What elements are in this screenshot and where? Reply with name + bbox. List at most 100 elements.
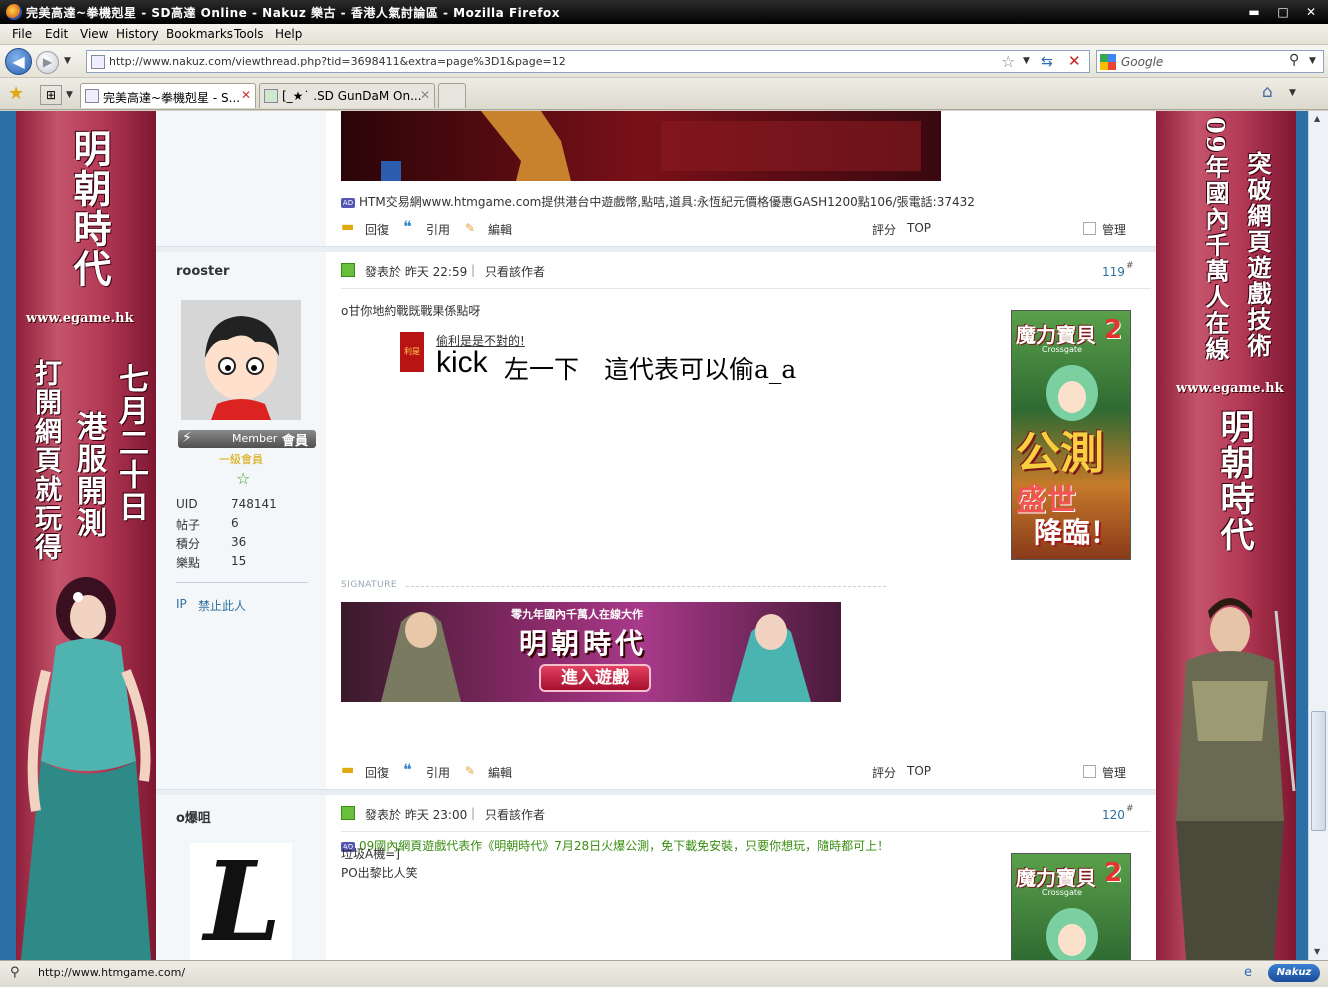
post1-ban-link[interactable]: 禁止此人 bbox=[198, 597, 246, 614]
prev-quote-link[interactable]: 引用 bbox=[426, 221, 450, 238]
navigation-toolbar: ◀ ▶ ▼ http://www.nakuz.com/viewthread.ph… bbox=[0, 45, 1328, 78]
tab-2-close-icon[interactable]: ✕ bbox=[420, 88, 430, 102]
post1-rank-badge: ⚡ Member 會員 bbox=[178, 430, 316, 449]
minimize-button[interactable]: ▬ bbox=[1243, 3, 1265, 21]
post1-top-link[interactable]: TOP bbox=[907, 764, 931, 778]
back-arrow-icon[interactable]: ◀ bbox=[5, 48, 32, 75]
search-engine-dropdown-icon[interactable]: ▼ bbox=[1309, 56, 1316, 66]
post2-userpanel: o爆咀 L bbox=[156, 795, 326, 960]
post1-text: o甘你地約戰既戰果係點呀 bbox=[341, 304, 481, 318]
page-background-right bbox=[1296, 111, 1308, 960]
forward-arrow-icon[interactable]: ▶ bbox=[36, 51, 59, 74]
post-icon bbox=[341, 806, 355, 820]
bookmarks-star-icon[interactable]: ★ bbox=[8, 83, 24, 104]
stat-value: 36 bbox=[231, 535, 247, 549]
tab-1-close-icon[interactable]: ✕ bbox=[241, 88, 251, 102]
divider bbox=[176, 582, 308, 583]
post1-avatar bbox=[181, 300, 301, 420]
tab-1-label: 完美高達~拳機剋星 - S... bbox=[103, 91, 241, 105]
post2-floor-mark: # bbox=[1126, 804, 1134, 814]
vertical-scrollbar[interactable]: ▲ ▼ bbox=[1308, 111, 1328, 960]
post1-floor-number[interactable]: 119 bbox=[1102, 265, 1125, 279]
signature-divider bbox=[406, 586, 886, 587]
page-content: 明朝時代 www.egame.hk 七月二十日 港服開測 打開網頁就玩得 突破網… bbox=[0, 111, 1328, 960]
menu-view[interactable]: View bbox=[80, 27, 108, 41]
post1-posted-time: 發表於 昨天 22:59 bbox=[365, 265, 468, 279]
menu-help[interactable]: Help bbox=[275, 27, 302, 41]
history-dropdown-icon[interactable]: ▼ bbox=[64, 56, 71, 66]
url-dropdown-icon[interactable]: ▼ bbox=[1023, 56, 1030, 66]
stop-icon[interactable]: ✕ bbox=[1068, 52, 1081, 70]
post1-ip-link[interactable]: IP bbox=[176, 597, 187, 611]
search-box[interactable]: Google ⚲ ▼ bbox=[1096, 50, 1324, 73]
post1-rate-link[interactable]: 評分 bbox=[872, 764, 896, 781]
stat-value: 15 bbox=[231, 554, 247, 568]
tab-1[interactable]: 完美高達~拳機剋星 - S... ✕ bbox=[80, 83, 256, 108]
google-icon bbox=[1100, 54, 1116, 70]
search-magnifier-icon[interactable]: ⚲ bbox=[1289, 52, 1299, 68]
scroll-up-arrow-icon[interactable]: ▲ bbox=[1314, 114, 1320, 123]
scrollbar-thumb[interactable] bbox=[1311, 711, 1326, 831]
post2-username[interactable]: o爆咀 bbox=[176, 807, 211, 826]
rank-badge-icon: ⚡ bbox=[182, 430, 192, 446]
left-banner-site: www.egame.hk bbox=[26, 311, 134, 326]
home-dropdown-icon[interactable]: ▼ bbox=[1289, 88, 1296, 98]
menu-history[interactable]: History bbox=[116, 27, 159, 41]
post2-only-author-link[interactable]: 只看該作者 bbox=[485, 806, 545, 823]
prev-top-link[interactable]: TOP bbox=[907, 221, 931, 235]
reply-icon: ▬ bbox=[341, 762, 355, 778]
maximize-button[interactable]: □ bbox=[1272, 3, 1294, 21]
scroll-down-arrow-icon[interactable]: ▼ bbox=[1314, 947, 1320, 956]
post2-floor-number[interactable]: 120 bbox=[1102, 808, 1125, 822]
search-placeholder: Google bbox=[1121, 55, 1164, 69]
home-icon[interactable]: ⌂ bbox=[1262, 82, 1273, 102]
left-banner-slogan-c: 打開網頁就玩得 bbox=[30, 359, 61, 562]
side-ad-line3: 降臨！ bbox=[1034, 516, 1119, 549]
prev-edit-link[interactable]: 編輯 bbox=[488, 221, 512, 238]
close-window-button[interactable]: ✕ bbox=[1300, 3, 1322, 21]
status-text: http://www.htmgame.com/ bbox=[38, 966, 186, 979]
menu-file[interactable]: File bbox=[12, 27, 32, 41]
post1-action-bar: ▬ 回復 ❝ 引用 ✎ 編輯 評分 TOP 管理 bbox=[341, 760, 1141, 782]
post1-side-ad-image[interactable]: 魔力寶貝 2 Crossgate 公測 盛世 降臨！ bbox=[1011, 310, 1131, 560]
prev-post-ad-link[interactable]: AD HTM交易網www.htmgame.com提供港台中遊戲幣,點咭,道具:永恆… bbox=[341, 193, 975, 210]
post1-only-author-link[interactable]: 只看該作者 bbox=[485, 263, 545, 280]
menu-bookmarks[interactable]: Bookmarks bbox=[166, 27, 233, 41]
menu-tools[interactable]: Tools bbox=[234, 27, 264, 41]
new-tab-button[interactable] bbox=[438, 83, 466, 108]
right-banner-slogan-a: 突破網頁遊戲技術 bbox=[1243, 151, 1272, 359]
post1-edit-link[interactable]: 編輯 bbox=[488, 764, 512, 781]
prev-post-userpanel bbox=[156, 111, 326, 246]
post1-manage-checkbox[interactable] bbox=[1083, 765, 1096, 778]
prev-post-game-banner-image[interactable] bbox=[341, 111, 941, 181]
post1-quote-link[interactable]: 引用 bbox=[426, 764, 450, 781]
post1-username[interactable]: rooster bbox=[176, 264, 229, 279]
right-side-banner-ad[interactable]: 突破網頁遊戲技術 09年國內千萬人在線 www.egame.hk 明朝時代 bbox=[1156, 111, 1296, 960]
signature-label: SIGNATURE bbox=[341, 580, 398, 590]
post2-text-line1: 垃圾A機=] bbox=[341, 847, 400, 861]
edit-pencil-icon: ✎ bbox=[465, 764, 476, 778]
tab-grid-icon[interactable]: ⊞ bbox=[40, 85, 62, 105]
stat-value: 748141 bbox=[231, 497, 277, 511]
side-ad-character bbox=[1046, 908, 1098, 960]
signature-banner-ad[interactable]: 零九年國內千萬人在線大作 明朝時代 進入遊戲 bbox=[341, 602, 841, 702]
menu-edit[interactable]: Edit bbox=[45, 27, 68, 41]
tab-list-dropdown-icon[interactable]: ▼ bbox=[66, 90, 73, 100]
left-side-banner-ad[interactable]: 明朝時代 www.egame.hk 七月二十日 港服開測 打開網頁就玩得 bbox=[16, 111, 156, 960]
divider bbox=[341, 831, 1151, 832]
bookmark-star-icon[interactable]: ☆ bbox=[1001, 52, 1015, 71]
tab-2[interactable]: [_★˙ .SD GunDaM On... ✕ bbox=[259, 83, 435, 108]
prev-rate-link[interactable]: 評分 bbox=[872, 221, 896, 238]
edit-pencil-icon: ✎ bbox=[465, 221, 476, 235]
status-brand-badge[interactable]: Nakuz bbox=[1268, 964, 1320, 982]
post2-side-ad-image[interactable]: 魔力寶貝 2 Crossgate bbox=[1011, 853, 1131, 960]
prev-manage-checkbox[interactable] bbox=[1083, 222, 1096, 235]
address-bar[interactable]: http://www.nakuz.com/viewthread.php?tid=… bbox=[86, 50, 1090, 73]
prev-reply-link[interactable]: 回復 bbox=[365, 221, 389, 238]
rank-badge-text: Member bbox=[232, 432, 278, 445]
status-bar: ⚲ http://www.htmgame.com/ e Nakuz bbox=[0, 960, 1328, 987]
signature-enter-game-button[interactable]: 進入遊戲 bbox=[539, 664, 651, 692]
reply-icon: ▬ bbox=[341, 219, 355, 235]
post1-reply-link[interactable]: 回復 bbox=[365, 764, 389, 781]
reload-icon[interactable]: ⇆ bbox=[1041, 54, 1053, 70]
